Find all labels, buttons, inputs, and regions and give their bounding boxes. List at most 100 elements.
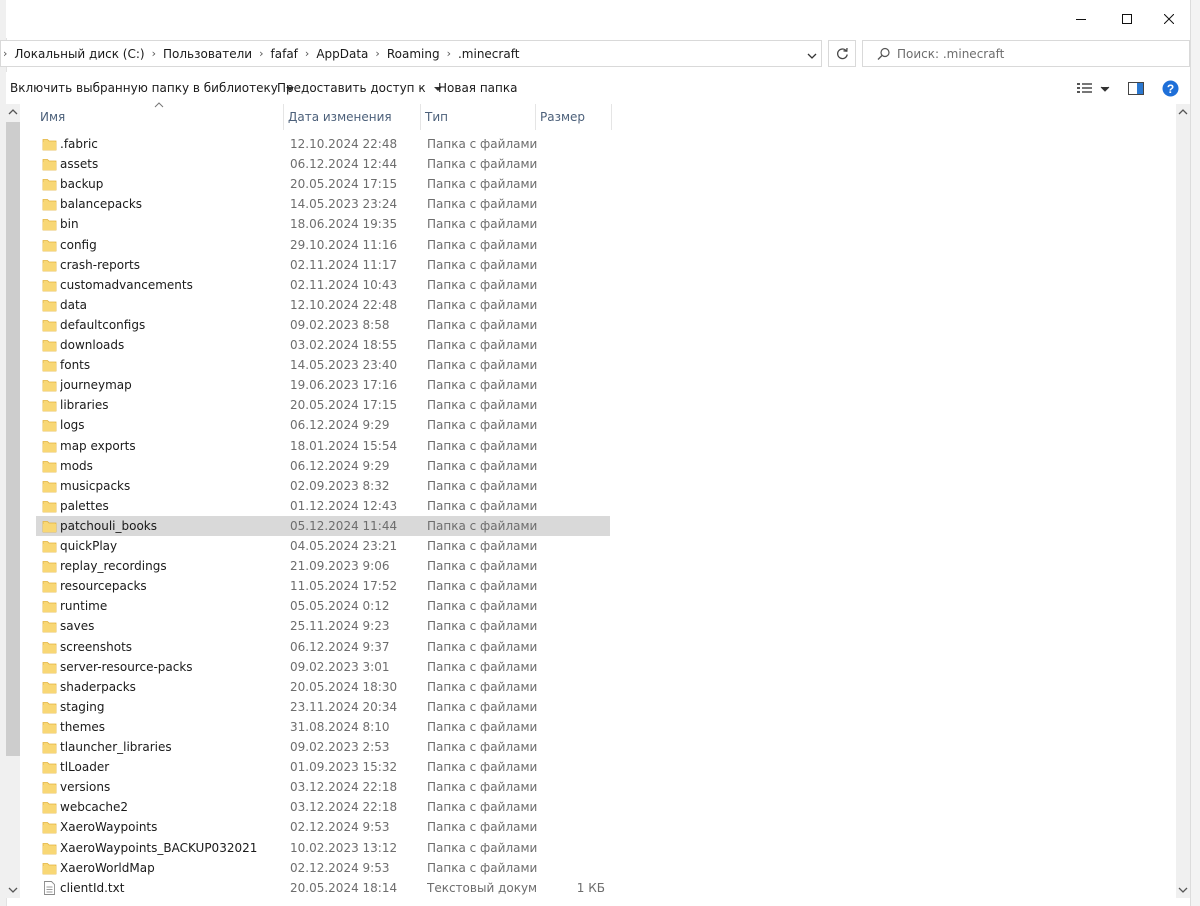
- folder-row[interactable]: assets 06.12.2024 12:44 Папка с файлами: [36, 154, 610, 174]
- folder-row[interactable]: mods 06.12.2024 9:29 Папка с файлами: [36, 456, 610, 476]
- folder-row[interactable]: tlauncher_libraries 09.02.2023 2:53 Папка …: [36, 737, 610, 757]
- folder-row[interactable]: logs 06.12.2024 9:29 Папка с файлами: [36, 415, 610, 435]
- folder-icon: [42, 320, 57, 332]
- breadcrumb-item[interactable]: AppData: [316, 47, 368, 61]
- file-size: [541, 255, 605, 275]
- folder-row[interactable]: libraries 20.05.2024 17:15 Папка с файлами: [36, 395, 610, 415]
- file-date: 10.02.2023 13:12: [290, 841, 398, 855]
- maximize-button[interactable]: [1104, 0, 1150, 38]
- view-options-button[interactable]: [1076, 82, 1116, 96]
- breadcrumb-separator-icon[interactable]: ›: [145, 47, 163, 60]
- folder-row[interactable]: balancepacks 14.05.2023 23:24 Папка с файл…: [36, 194, 610, 214]
- column-date-header[interactable]: Дата изменения: [284, 104, 421, 130]
- file-size: [541, 235, 605, 255]
- folder-row[interactable]: runtime 05.05.2024 0:12 Папка с файлами: [36, 596, 610, 616]
- folder-row[interactable]: journeymap 19.06.2023 17:16 Папка с файлам…: [36, 375, 610, 395]
- folder-row[interactable]: shaderpacks 20.05.2024 18:30 Папка с файла…: [36, 677, 610, 697]
- file-row[interactable]: clientId.txt 20.05.2024 18:14 Текстовый до…: [36, 878, 610, 898]
- scroll-up-icon[interactable]: [8, 108, 18, 116]
- refresh-button[interactable]: [828, 40, 856, 67]
- right-scroll-up-icon[interactable]: [1178, 108, 1188, 116]
- file-name: screenshots: [60, 640, 133, 654]
- folder-row[interactable]: versions 03.12.2024 22:18 Папка с файлами: [36, 777, 610, 797]
- search-box[interactable]: Поиск: .minecraft: [862, 40, 1190, 67]
- folder-row[interactable]: replay_recordings 21.09.2023 9:06 Папка с …: [36, 556, 610, 576]
- share-with-button[interactable]: Предоставить доступ к: [277, 72, 442, 104]
- folder-row[interactable]: customadvancements 02.11.2024 10:43 Папка …: [36, 275, 610, 295]
- folder-row[interactable]: XaeroWaypoints 02.12.2024 9:53 Папка с фай…: [36, 817, 610, 837]
- folder-row[interactable]: staging 23.11.2024 20:34 Папка с файлами: [36, 697, 610, 717]
- folder-row[interactable]: resourcepacks 11.05.2024 17:52 Папка с фай…: [36, 576, 610, 596]
- breadcrumb-item[interactable]: Пользователи: [163, 47, 252, 61]
- folder-row[interactable]: palettes 01.12.2024 12:43 Папка с файлами: [36, 496, 610, 516]
- folder-icon: [42, 662, 57, 674]
- folder-icon: [42, 360, 57, 372]
- breadcrumb-separator-icon[interactable]: ›: [440, 47, 458, 60]
- folder-icon: [42, 400, 57, 412]
- breadcrumb-item[interactable]: Локальный диск (C:): [14, 47, 144, 61]
- address-bar[interactable]: › Локальный диск (C:) › Пользователи › fafaf ›…: [0, 40, 822, 67]
- folder-row[interactable]: XaeroWaypoints_BACKUP032021 10.02.2023 13…: [36, 838, 610, 858]
- file-name: downloads: [60, 338, 125, 352]
- include-in-library-button[interactable]: Включить выбранную папку в библиотеку: [10, 72, 294, 104]
- folder-row[interactable]: themes 31.08.2024 8:10 Папка с файлами: [36, 717, 610, 737]
- folder-icon: [42, 802, 57, 814]
- file-name: versions: [60, 780, 111, 794]
- breadcrumb-item[interactable]: .minecraft: [458, 47, 519, 61]
- breadcrumb-separator-icon[interactable]: ›: [252, 47, 270, 60]
- folder-row[interactable]: server-resource-packs 09.02.2023 3:01 Папк…: [36, 657, 610, 677]
- folder-row[interactable]: webcache2 03.12.2024 22:18 Папка с файлами: [36, 797, 610, 817]
- folder-row[interactable]: fonts 14.05.2023 23:40 Папка с файлами: [36, 355, 610, 375]
- scroll-down-icon[interactable]: [8, 886, 18, 894]
- folder-row[interactable]: map exports 18.01.2024 15:54 Папка с файла…: [36, 436, 610, 456]
- minimize-button[interactable]: [1058, 0, 1104, 38]
- folder-row[interactable]: patchouli_books 05.12.2024 11:44 Папка с ф…: [36, 516, 610, 536]
- folder-row[interactable]: crash-reports 02.11.2024 11:17 Папка с фай…: [36, 255, 610, 275]
- file-type: Папка с файлами: [427, 439, 537, 453]
- file-name: assets: [60, 157, 99, 171]
- text-file-icon: [44, 881, 55, 895]
- address-history-chevron-icon[interactable]: [807, 49, 817, 63]
- folder-row[interactable]: quickPlay 04.05.2024 23:21 Папка с файлами: [36, 536, 610, 556]
- folder-row[interactable]: screenshots 06.12.2024 9:37 Папка с файлам…: [36, 637, 610, 657]
- file-date: 19.06.2023 17:16: [290, 378, 398, 392]
- file-name: palettes: [60, 499, 109, 513]
- help-button[interactable]: ?: [1162, 80, 1179, 97]
- file-date: 05.12.2024 11:44: [290, 519, 398, 533]
- folder-row[interactable]: defaultconfigs 09.02.2023 8:58 Папка с фай…: [36, 315, 610, 335]
- folder-icon: [42, 501, 57, 513]
- search-input[interactable]: Поиск: .minecraft: [897, 47, 1004, 61]
- breadcrumb-item[interactable]: Roaming: [387, 47, 440, 61]
- folder-row[interactable]: musicpacks 02.09.2023 8:32 Папка с файлами: [36, 476, 610, 496]
- folder-row[interactable]: saves 25.11.2024 9:23 Папка с файлами: [36, 616, 610, 636]
- folder-row[interactable]: bin 18.06.2024 19:35 Папка с файлами: [36, 214, 610, 234]
- close-button[interactable]: [1146, 0, 1192, 38]
- breadcrumb-separator-icon[interactable]: ›: [368, 47, 386, 60]
- column-size-header[interactable]: Размер: [536, 104, 612, 130]
- left-scrollbar-thumb[interactable]: [6, 122, 20, 756]
- right-scroll-down-icon[interactable]: [1178, 886, 1188, 894]
- file-name: map exports: [60, 439, 136, 453]
- breadcrumb-separator-icon[interactable]: ›: [1, 47, 14, 60]
- preview-pane-button[interactable]: [1128, 82, 1144, 96]
- file-date: 01.09.2023 15:32: [290, 760, 398, 774]
- new-folder-button[interactable]: Новая папка: [438, 72, 517, 104]
- breadcrumb-item[interactable]: fafaf: [271, 47, 298, 61]
- file-date: 02.12.2024 9:53: [290, 820, 390, 834]
- file-size: [541, 596, 605, 616]
- right-scrollbar[interactable]: [1176, 104, 1190, 898]
- folder-row[interactable]: XaeroWorldMap 02.12.2024 9:53 Папка с файл…: [36, 858, 610, 878]
- folder-row[interactable]: tlLoader 01.09.2023 15:32 Папка с файлами: [36, 757, 610, 777]
- folder-row[interactable]: downloads 03.02.2024 18:55 Папка с файлами: [36, 335, 610, 355]
- folder-row[interactable]: config 29.10.2024 11:16 Папка с файлами: [36, 235, 610, 255]
- file-type: Папка с файлами: [427, 238, 537, 252]
- folder-row[interactable]: backup 20.05.2024 17:15 Папка с файлами: [36, 174, 610, 194]
- folder-row[interactable]: .fabric 12.10.2024 22:48 Папка с файлами: [36, 134, 610, 154]
- file-date: 12.10.2024 22:48: [290, 298, 398, 312]
- breadcrumb-separator-icon[interactable]: ›: [298, 47, 316, 60]
- folder-row[interactable]: data 12.10.2024 22:48 Папка с файлами: [36, 295, 610, 315]
- file-name: crash-reports: [60, 258, 140, 272]
- column-type-header[interactable]: Тип: [421, 104, 536, 130]
- file-date: 29.10.2024 11:16: [290, 238, 398, 252]
- file-name: data: [60, 298, 88, 312]
